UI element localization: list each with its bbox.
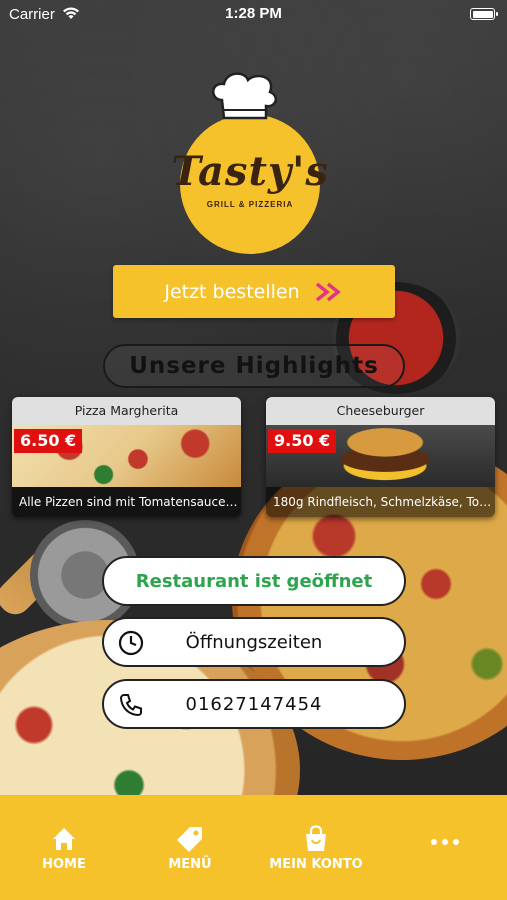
chef-hat-icon xyxy=(212,72,278,120)
phone-icon xyxy=(119,694,142,717)
nav-menu[interactable]: MENÜ xyxy=(140,825,240,872)
highlight-card[interactable]: Pizza Margherita 6.50 € Alle Pizzen sind… xyxy=(12,397,241,517)
opening-hours-label: Öffnungszeiten xyxy=(185,631,323,653)
phone-number: 01627147454 xyxy=(185,693,323,715)
clock: 1:28 PM xyxy=(225,5,282,22)
shopping-bag-icon xyxy=(306,825,326,851)
restaurant-logo: Tasty's GRILL & PIZZERIA xyxy=(170,70,330,254)
double-chevron-right-icon xyxy=(315,282,341,301)
nav-more[interactable] xyxy=(395,833,495,845)
highlight-card-description: Alle Pizzen sind mit Tomatensauce, Käs..… xyxy=(12,487,241,517)
bottom-navigation: HOME MENÜ MEIN KONTO xyxy=(0,795,507,900)
open-status-button[interactable]: Restaurant ist geöffnet xyxy=(102,556,406,606)
nav-account[interactable]: MEIN KONTO xyxy=(266,825,366,872)
price-badge: 9.50 € xyxy=(268,429,337,453)
open-status-label: Restaurant ist geöffnet xyxy=(135,570,373,592)
highlight-card-title: Pizza Margherita xyxy=(12,397,241,425)
highlights-heading: Unsere Highlights xyxy=(103,344,405,388)
battery-icon xyxy=(470,8,498,20)
highlight-card-title: Cheeseburger xyxy=(266,397,495,425)
more-icon xyxy=(395,839,495,845)
opening-hours-button[interactable]: Öffnungszeiten xyxy=(102,617,406,667)
nav-home-label: HOME xyxy=(42,857,86,872)
phone-button[interactable]: 01627147454 xyxy=(102,679,406,729)
logo-name: Tasty's xyxy=(171,148,329,195)
logo-subtitle: GRILL & PIZZERIA xyxy=(206,200,294,209)
highlight-card-description: 180g Rindfleisch, Schmelzkäse, Tomate... xyxy=(266,487,495,517)
order-now-label: Jetzt bestellen xyxy=(164,280,300,303)
nav-account-label: MEIN KONTO xyxy=(269,857,363,872)
price-badge: 6.50 € xyxy=(14,429,83,453)
nav-menu-label: MENÜ xyxy=(168,857,212,872)
order-now-button[interactable]: Jetzt bestellen xyxy=(113,265,395,318)
tag-icon xyxy=(177,827,202,852)
home-icon xyxy=(53,828,75,850)
highlight-card[interactable]: Cheeseburger 9.50 € 180g Rindfleisch, Sc… xyxy=(266,397,495,517)
status-bar: Carrier 1:28 PM xyxy=(0,0,507,28)
nav-home[interactable]: HOME xyxy=(14,825,114,872)
clock-icon xyxy=(118,630,144,656)
